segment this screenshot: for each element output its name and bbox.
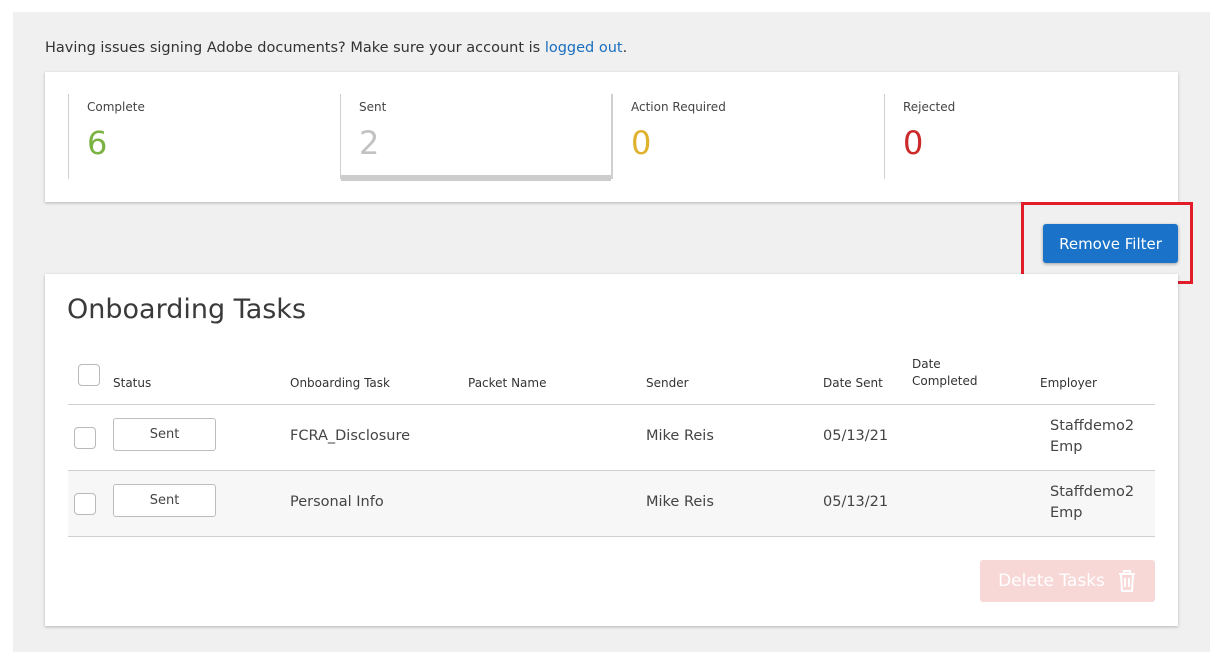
stat-complete-label: Complete <box>87 100 145 114</box>
tasks-title: Onboarding Tasks <box>67 294 307 325</box>
stat-sent[interactable]: Sent 2 <box>340 94 612 181</box>
col-sender[interactable]: Sender <box>646 376 689 390</box>
logged-out-link[interactable]: logged out <box>545 40 623 56</box>
cell-employer-line1: Staffdemo2 <box>1050 418 1135 434</box>
table-row: Sent Personal Info Mike Reis 05/13/21 St… <box>68 471 1155 537</box>
status-button[interactable]: Sent <box>113 484 216 517</box>
table-row: Sent FCRA_Disclosure Mike Reis 05/13/21 … <box>68 405 1155 471</box>
status-summary-card: Complete 6 Sent 2 Action Required 0 Reje… <box>45 72 1178 202</box>
col-date-sent[interactable]: Date Sent <box>823 376 883 390</box>
select-all-checkbox[interactable] <box>78 364 100 386</box>
notice-text: Having issues signing Adobe documents? M… <box>45 40 545 56</box>
cell-employer-line2: Emp <box>1050 505 1083 521</box>
stat-rejected-value: 0 <box>903 124 924 162</box>
row-checkbox[interactable] <box>74 427 96 449</box>
col-status[interactable]: Status <box>113 376 151 390</box>
cell-employer: Staffdemo2 Emp <box>1050 416 1135 458</box>
cell-task: Personal Info <box>290 494 384 510</box>
cell-employer-line1: Staffdemo2 <box>1050 484 1135 500</box>
cell-date-sent: 05/13/21 <box>823 494 889 510</box>
notice-suffix: . <box>622 40 628 56</box>
stat-sent-label: Sent <box>359 100 387 114</box>
col-onboarding-task[interactable]: Onboarding Task <box>290 376 390 390</box>
col-packet-name[interactable]: Packet Name <box>468 376 546 390</box>
cell-employer: Staffdemo2 Emp <box>1050 482 1135 524</box>
adobe-notice: Having issues signing Adobe documents? M… <box>45 40 627 56</box>
delete-tasks-label: Delete Tasks <box>998 571 1105 591</box>
cell-employer-line2: Emp <box>1050 439 1083 455</box>
col-date-completed-line2: Completed <box>912 374 978 388</box>
stat-rejected[interactable]: Rejected 0 <box>884 94 1156 179</box>
remove-filter-button[interactable]: Remove Filter <box>1043 224 1178 263</box>
cell-sender: Mike Reis <box>646 428 714 444</box>
status-button[interactable]: Sent <box>113 418 216 451</box>
cell-sender: Mike Reis <box>646 494 714 510</box>
delete-tasks-button[interactable]: Delete Tasks <box>980 560 1155 602</box>
page-background: Having issues signing Adobe documents? M… <box>13 12 1210 652</box>
col-date-completed-line1: Date <box>912 357 941 371</box>
table-header: Status Onboarding Task Packet Name Sende… <box>68 354 1155 405</box>
stat-sent-value: 2 <box>359 124 380 162</box>
cell-task: FCRA_Disclosure <box>290 428 411 444</box>
tasks-table: Status Onboarding Task Packet Name Sende… <box>68 354 1155 537</box>
stat-action-required[interactable]: Action Required 0 <box>612 94 884 179</box>
stat-action-required-value: 0 <box>631 124 652 162</box>
col-employer[interactable]: Employer <box>1040 376 1097 390</box>
onboarding-tasks-card: Onboarding Tasks Status Onboarding Task … <box>45 274 1178 626</box>
stat-complete-value: 6 <box>87 124 108 162</box>
trash-icon <box>1118 570 1135 592</box>
stat-rejected-label: Rejected <box>903 100 956 114</box>
cell-date-sent: 05/13/21 <box>823 428 889 444</box>
col-date-completed[interactable]: Date Completed <box>912 356 977 390</box>
stat-action-required-label: Action Required <box>631 100 726 114</box>
stat-complete[interactable]: Complete 6 <box>68 94 340 179</box>
row-checkbox[interactable] <box>74 493 96 515</box>
